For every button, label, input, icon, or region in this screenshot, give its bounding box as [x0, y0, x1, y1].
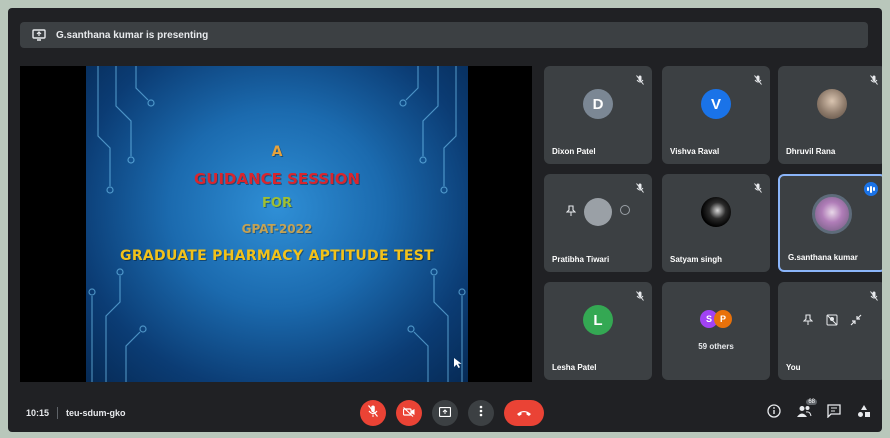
- participant-tile-dixon[interactable]: D Dixon Patel: [544, 66, 652, 164]
- remove-icon[interactable]: [620, 205, 630, 215]
- presenting-text: G.santhana kumar is presenting: [56, 29, 209, 41]
- mic-off-icon: [636, 288, 644, 301]
- background-effects-icon[interactable]: [825, 313, 839, 327]
- shared-screen[interactable]: A GUIDANCE SESSION FOR GPAT-2022 GRADUAT…: [20, 66, 532, 382]
- participant-name: Dhruvil Rana: [786, 147, 836, 156]
- mic-off-icon: [636, 180, 644, 193]
- presentation-slide: A GUIDANCE SESSION FOR GPAT-2022 GRADUAT…: [86, 66, 468, 382]
- speaking-indicator-icon: [864, 182, 878, 196]
- meeting-info: 10:15 teu-sdum-gko: [26, 407, 126, 419]
- mic-off-icon: [636, 72, 644, 85]
- end-call-button[interactable]: [504, 400, 544, 426]
- meeting-tools: 68: [766, 399, 872, 423]
- slide-line-for: FOR: [262, 196, 292, 211]
- mic-off-icon: [870, 72, 878, 85]
- mic-off-icon: [368, 404, 378, 422]
- present-now-button[interactable]: [432, 400, 458, 426]
- slide-line-a: A: [271, 144, 283, 160]
- participant-name: You: [786, 363, 801, 372]
- mic-off-icon: [754, 72, 762, 85]
- participant-name: G.santhana kumar: [788, 253, 858, 262]
- control-bar: 10:15 teu-sdum-gko 68: [8, 394, 882, 432]
- mouse-cursor-icon: [454, 358, 462, 368]
- more-options-button[interactable]: [468, 400, 494, 426]
- participant-tile-you[interactable]: You: [778, 282, 882, 380]
- slide-line-guidance: GUIDANCE SESSION: [193, 170, 361, 188]
- participant-tile-santhana[interactable]: G.santhana kumar: [778, 174, 882, 272]
- avatar: P: [714, 310, 732, 328]
- end-call-icon: [516, 404, 532, 422]
- mic-off-icon: [754, 180, 762, 193]
- info-icon: [767, 403, 781, 423]
- present-now-icon: [438, 404, 452, 422]
- profile-photo: [817, 89, 847, 119]
- meeting-details-button[interactable]: [766, 403, 782, 423]
- participant-name: Dixon Patel: [552, 147, 596, 156]
- pin-icon[interactable]: [566, 205, 576, 217]
- chat-icon: [827, 403, 841, 423]
- pin-icon[interactable]: [801, 313, 815, 327]
- chat-button[interactable]: [826, 403, 842, 423]
- profile-photo: [701, 197, 731, 227]
- present-screen-icon: [32, 29, 46, 41]
- divider: [57, 407, 59, 419]
- people-icon: [796, 404, 812, 423]
- participant-name: Lesha Patel: [552, 363, 597, 372]
- slide-line-test: GRADUATE PHARMACY APTITUDE TEST: [120, 248, 434, 264]
- meeting-code[interactable]: teu-sdum-gko: [66, 408, 126, 418]
- participant-tile-pratibha[interactable]: Pratibha Tiwari: [544, 174, 652, 272]
- slide-line-gpat: GPAT-2022: [241, 222, 313, 236]
- call-controls: [360, 400, 544, 426]
- avatar: V: [701, 89, 731, 119]
- participant-tile-lesha[interactable]: L Lesha Patel: [544, 282, 652, 380]
- more-options-icon: [479, 404, 483, 422]
- meeting-time: 10:15: [26, 408, 50, 418]
- minimize-icon[interactable]: [849, 313, 863, 327]
- participant-name: Pratibha Tiwari: [552, 255, 610, 264]
- camera-off-icon: [402, 404, 415, 422]
- participant-name: Vishva Raval: [670, 147, 720, 156]
- people-count-badge: 68: [806, 399, 817, 405]
- participant-tile-satyam[interactable]: Satyam singh: [662, 174, 770, 272]
- activities-icon: [857, 404, 871, 423]
- activities-button[interactable]: [856, 404, 872, 423]
- meet-window: G.santhana kumar is presenting A GUIDANC…: [8, 8, 882, 432]
- mic-off-icon: [870, 288, 878, 301]
- camera-toggle-button[interactable]: [396, 400, 422, 426]
- participant-tile-dhruvil[interactable]: Dhruvil Rana: [778, 66, 882, 164]
- participant-name: Satyam singh: [670, 255, 723, 264]
- profile-photo: [584, 198, 612, 226]
- participant-tile-others[interactable]: S P 59 others: [662, 282, 770, 380]
- avatar: L: [583, 305, 613, 335]
- profile-photo: [812, 194, 852, 234]
- mic-toggle-button[interactable]: [360, 400, 386, 426]
- people-button[interactable]: 68: [796, 399, 817, 423]
- participant-tile-vishva[interactable]: V Vishva Raval: [662, 66, 770, 164]
- avatar: D: [583, 89, 613, 119]
- others-count: 59 others: [698, 342, 734, 351]
- presenting-banner: G.santhana kumar is presenting: [20, 22, 868, 48]
